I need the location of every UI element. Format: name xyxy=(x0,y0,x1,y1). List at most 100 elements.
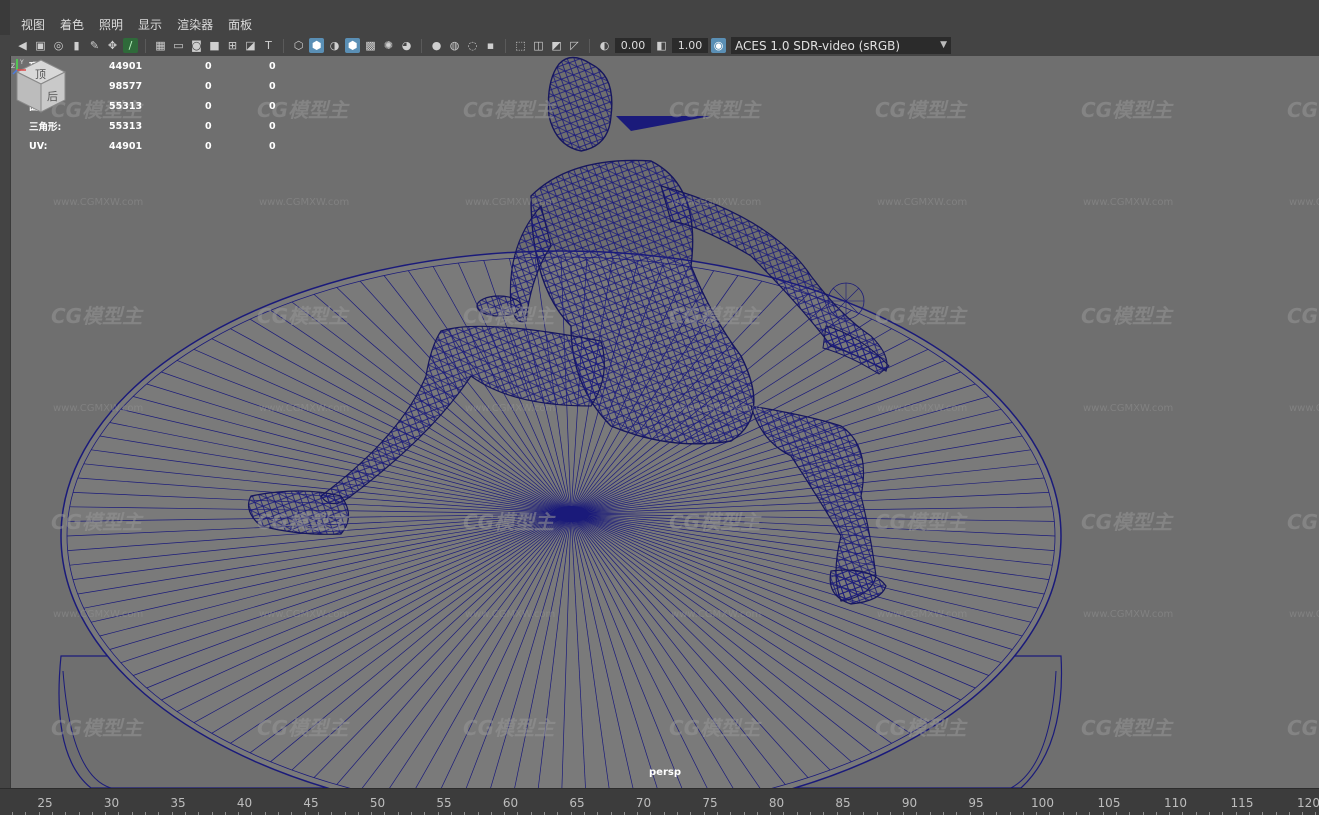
watermark-text: CG模型主 xyxy=(1287,510,1319,534)
depth-of-field-icon[interactable]: ▪ xyxy=(483,38,498,53)
menu-shading[interactable]: 着色 xyxy=(60,16,84,33)
watermark-url: www.CGMXW.com xyxy=(53,197,144,208)
timeline-frame-label: 60 xyxy=(502,796,519,810)
camera-select-icon[interactable]: ◀ xyxy=(15,38,30,53)
xray-joints-icon[interactable]: ◩ xyxy=(549,38,564,53)
hud-value: 98577 xyxy=(109,80,143,92)
timeline-frame-label: 100 xyxy=(1031,796,1054,810)
camera-name-label: persp xyxy=(649,767,681,778)
watermark-url: www.CGMXW.com xyxy=(671,197,762,208)
menu-show[interactable]: 显示 xyxy=(138,16,162,33)
camera-attributes-icon[interactable]: ▣ xyxy=(33,38,48,53)
exposure-icon[interactable]: ◐ xyxy=(597,38,612,53)
timeline-frame-label: 30 xyxy=(103,796,120,810)
timeline-frame-label: 80 xyxy=(768,796,785,810)
watermark-url: www.CGMXW.com xyxy=(259,609,350,620)
timeline-frame-label: 65 xyxy=(569,796,585,810)
timeline-frame-label: 25 xyxy=(37,796,53,810)
hud-row-edges: 边: 98577 0 0 xyxy=(29,76,309,96)
watermark-text: CG模型主 xyxy=(875,304,967,328)
watermark-url: www.CGMXW.com xyxy=(1289,197,1319,208)
timeline-frame-label: 70 xyxy=(635,796,652,810)
gate-mask-icon[interactable]: ■ xyxy=(207,38,222,53)
watermark-url: www.CGMXW.com xyxy=(1289,609,1319,620)
viewport-menu-bar: 视图 着色 照明 显示 渲染器 面板 xyxy=(0,0,1319,35)
motion-blur-icon[interactable]: ◍ xyxy=(447,38,462,53)
watermark-text: CG模型主 xyxy=(1081,716,1173,740)
watermark-text: CG模型主 xyxy=(669,304,761,328)
film-gate-icon[interactable]: ▭ xyxy=(171,38,186,53)
watermark-text: CG模型主 xyxy=(51,716,143,740)
gamma-field[interactable]: 1.00 xyxy=(672,38,708,53)
viewport-toolbar: ◀ ▣ ◎ ▮ ✎ ✥ / ▦ ▭ ◙ ■ ⊞ ◪ T ⬡ ⬢ ◑ ⬢ ▩ ✺ … xyxy=(10,35,1319,56)
xray-icon[interactable]: ◫ xyxy=(531,38,546,53)
menu-lighting[interactable]: 照明 xyxy=(99,16,123,33)
wireframe-scene xyxy=(58,56,1063,788)
textured-icon[interactable]: ▩ xyxy=(363,38,378,53)
watermark-url: www.CGMXW.com xyxy=(877,609,968,620)
field-chart-icon[interactable]: ⊞ xyxy=(225,38,240,53)
toolbar-divider xyxy=(421,38,422,53)
safe-action-icon[interactable]: ◪ xyxy=(243,38,258,53)
bookmark-icon[interactable]: ▮ xyxy=(69,38,84,53)
timeline-frame-label: 50 xyxy=(369,796,386,810)
menu-renderer[interactable]: 渲染器 xyxy=(177,16,213,33)
hud-value: 0 xyxy=(205,120,212,132)
grid-icon[interactable]: ▦ xyxy=(153,38,168,53)
color-management-icon[interactable]: ◉ xyxy=(711,38,726,53)
watermark-text: CG模型主 xyxy=(463,98,555,122)
bookmark-camera-icon[interactable]: ◎ xyxy=(51,38,66,53)
antialiasing-icon[interactable]: ◌ xyxy=(465,38,480,53)
hud-value: 0 xyxy=(205,60,212,72)
grease-pencil-icon[interactable]: ✎ xyxy=(87,38,102,53)
watermark-text: CG模型主 xyxy=(1287,304,1319,328)
watermark-url: www.CGMXW.com xyxy=(465,403,556,414)
hud-row-faces: 面: 55313 0 0 xyxy=(29,96,309,116)
watermark-text: CG模型主 xyxy=(1081,304,1173,328)
wireframe-icon[interactable]: ⬡ xyxy=(291,38,306,53)
hud-value: 0 xyxy=(269,60,276,72)
watermark-url: www.CGMXW.com xyxy=(1083,403,1174,414)
watermark-url: www.CGMXW.com xyxy=(671,403,762,414)
exposure-field[interactable]: 0.00 xyxy=(615,38,651,53)
view-transform-dropdown[interactable]: ACES 1.0 SDR-video (sRGB) ▼ xyxy=(731,37,951,54)
axis-y-label: Y xyxy=(19,59,24,66)
lights-icon[interactable]: ✺ xyxy=(381,38,396,53)
3d-viewport[interactable]: CG模型主 www.CGMXW.com CG模型主 www.CGMXW.com CG模型… xyxy=(10,56,1319,788)
timeline-frame-label: 40 xyxy=(236,796,253,810)
watermark-text: CG模型主 xyxy=(669,510,761,534)
xray-components-icon[interactable]: ◸ xyxy=(567,38,582,53)
menu-view[interactable]: 视图 xyxy=(21,16,45,33)
timeline-frame-label: 35 xyxy=(170,796,186,810)
menu-panels[interactable]: 面板 xyxy=(228,16,252,33)
watermark-url: www.CGMXW.com xyxy=(259,403,350,414)
resolution-gate-icon[interactable]: ◙ xyxy=(189,38,204,53)
viewcube-top-label: 顶 xyxy=(35,68,46,81)
watermark-url: www.CGMXW.com xyxy=(465,197,556,208)
timeline-frame-label: 120 xyxy=(1297,796,1319,810)
watermark-url: www.CGMXW.com xyxy=(877,197,968,208)
timeline-frame-label: 105 xyxy=(1097,796,1121,810)
watermark-url: www.CGMXW.com xyxy=(259,197,350,208)
watermark-text: CG模型主 xyxy=(875,716,967,740)
gamma-icon[interactable]: ◧ xyxy=(654,38,669,53)
hud-label: 三角形: xyxy=(29,122,62,133)
time-slider[interactable]: 25 30 35 40 45 50 55 60 65 70 75 80 85 90 95 100 105 110 1… xyxy=(0,788,1319,815)
toolbar-divider xyxy=(283,38,284,53)
smooth-shade-icon[interactable]: ⬢ xyxy=(309,38,324,53)
hud-label: UV: xyxy=(29,140,48,152)
viewcube-face-label: 后 xyxy=(47,90,58,103)
screen-space-ao-icon[interactable]: ● xyxy=(429,38,444,53)
watermark-url: www.CGMXW.com xyxy=(1083,197,1174,208)
wireframe-on-shaded-icon[interactable]: ⬢ xyxy=(345,38,360,53)
safe-title-icon[interactable]: T xyxy=(261,38,276,53)
default-material-icon[interactable]: ◑ xyxy=(327,38,342,53)
timeline-frame-label: 110 xyxy=(1164,796,1187,810)
2d-pan-icon[interactable]: / xyxy=(123,38,138,53)
pan-zoom-icon[interactable]: ✥ xyxy=(105,38,120,53)
hud-value: 44901 xyxy=(109,140,143,152)
isolate-select-icon[interactable]: ⬚ xyxy=(513,38,528,53)
menu-items: 视图 着色 照明 显示 渲染器 面板 xyxy=(21,16,252,33)
watermark-url: www.CGMXW.com xyxy=(877,403,968,414)
shadows-icon[interactable]: ◕ xyxy=(399,38,414,53)
